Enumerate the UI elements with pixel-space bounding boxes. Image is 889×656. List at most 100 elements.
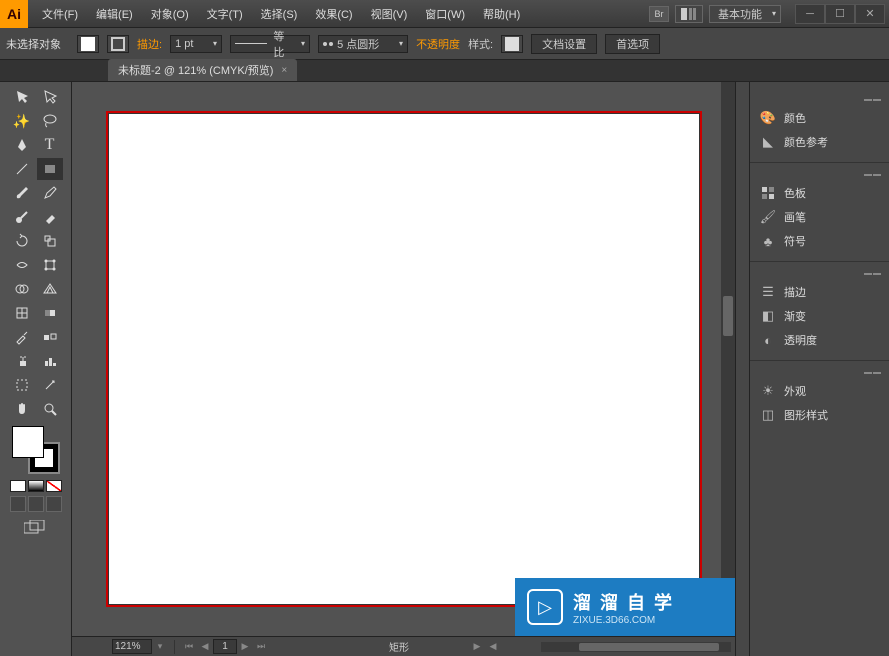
right-panels: 🎨颜色 ◣颜色参考 色板 🖌画笔 ♣符号 ☰描边 ◧渐变 ◐透明度 ☀外观 ◫图… bbox=[749, 82, 889, 656]
menu-select[interactable]: 选择(S) bbox=[253, 2, 306, 26]
draw-behind[interactable] bbox=[28, 496, 44, 512]
maximize-button[interactable]: ☐ bbox=[825, 4, 855, 24]
menu-help[interactable]: 帮助(H) bbox=[475, 2, 528, 26]
canvas-view[interactable] bbox=[72, 82, 735, 636]
current-tool-label: 矩形 bbox=[389, 639, 409, 654]
symbols-icon: ♣ bbox=[760, 233, 776, 249]
prev-artboard[interactable]: ◀ bbox=[197, 640, 213, 654]
shape-builder-tool[interactable] bbox=[9, 278, 35, 300]
pencil-tool[interactable] bbox=[37, 182, 63, 204]
menu-effect[interactable]: 效果(C) bbox=[307, 2, 360, 26]
slice-tool[interactable] bbox=[37, 374, 63, 396]
blend-tool[interactable] bbox=[37, 326, 63, 348]
zoom-input[interactable] bbox=[112, 639, 152, 654]
hscroll-left[interactable]: ◀ bbox=[485, 640, 501, 654]
rotate-tool[interactable] bbox=[9, 230, 35, 252]
opacity-label: 不透明度 bbox=[416, 36, 460, 52]
scale-tool[interactable] bbox=[37, 230, 63, 252]
fill-swatch[interactable] bbox=[77, 35, 99, 53]
free-transform-tool[interactable] bbox=[37, 254, 63, 276]
canvas-area: ▾ ⏮ ◀ ▶ ⏭ 矩形 ▶ ◀ ▷ 溜 溜 自 学 ZIXUE.3D66.CO… bbox=[72, 82, 735, 656]
artboard-tool[interactable] bbox=[9, 374, 35, 396]
perspective-tool[interactable] bbox=[37, 278, 63, 300]
preferences-button[interactable]: 首选项 bbox=[605, 34, 660, 54]
gradient-icon: ◧ bbox=[760, 308, 776, 324]
type-tool[interactable]: T bbox=[37, 134, 63, 156]
artboard[interactable] bbox=[109, 114, 699, 604]
magic-wand-tool[interactable]: ✨ bbox=[9, 110, 35, 132]
artboard-number[interactable] bbox=[213, 639, 237, 654]
menu-edit[interactable]: 编辑(E) bbox=[88, 2, 141, 26]
paintbrush-tool[interactable] bbox=[9, 182, 35, 204]
horizontal-scrollbar[interactable] bbox=[541, 642, 731, 652]
panel-collapse-strip[interactable] bbox=[735, 82, 749, 656]
workspace-select[interactable]: 基本功能 bbox=[709, 5, 781, 23]
stroke-label: 描边: bbox=[137, 36, 162, 52]
stroke-swatch[interactable] bbox=[107, 35, 129, 53]
pen-tool[interactable] bbox=[9, 134, 35, 156]
line-tool[interactable] bbox=[9, 158, 35, 180]
direct-selection-tool[interactable] bbox=[37, 86, 63, 108]
document-tabs: 未标题-2 @ 121% (CMYK/预览) × bbox=[0, 60, 889, 82]
layout-button[interactable] bbox=[675, 5, 703, 23]
next-artboard[interactable]: ▶ bbox=[237, 640, 253, 654]
last-artboard[interactable]: ⏭ bbox=[253, 640, 269, 654]
menu-object[interactable]: 对象(O) bbox=[143, 2, 197, 26]
brush-select[interactable]: 5 点圆形 bbox=[318, 35, 408, 53]
stroke-weight-input[interactable]: 1 pt bbox=[170, 35, 222, 53]
selection-status: 未选择对象 bbox=[6, 36, 61, 52]
panel-graphic-styles[interactable]: ◫图形样式 bbox=[750, 403, 889, 427]
tab-close-button[interactable]: × bbox=[281, 65, 287, 76]
swatches-icon bbox=[760, 185, 776, 201]
panel-color[interactable]: 🎨颜色 bbox=[750, 106, 889, 130]
doc-setup-button[interactable]: 文档设置 bbox=[531, 34, 597, 54]
draw-inside[interactable] bbox=[46, 496, 62, 512]
panel-appearance[interactable]: ☀外观 bbox=[750, 379, 889, 403]
menu-window[interactable]: 窗口(W) bbox=[417, 2, 473, 26]
lasso-tool[interactable] bbox=[37, 110, 63, 132]
mesh-tool[interactable] bbox=[9, 302, 35, 324]
eraser-tool[interactable] bbox=[37, 206, 63, 228]
fill-mode-none[interactable] bbox=[46, 480, 62, 492]
panel-gradient[interactable]: ◧渐变 bbox=[750, 304, 889, 328]
style-swatch[interactable] bbox=[501, 35, 523, 53]
watermark-title: 溜 溜 自 学 bbox=[573, 589, 674, 615]
width-tool[interactable] bbox=[9, 254, 35, 276]
style-label: 样式: bbox=[468, 36, 493, 52]
eyedropper-tool[interactable] bbox=[9, 326, 35, 348]
document-tab[interactable]: 未标题-2 @ 121% (CMYK/预览) × bbox=[108, 59, 297, 81]
screen-mode[interactable] bbox=[20, 518, 52, 538]
vertical-scrollbar[interactable] bbox=[721, 82, 735, 616]
menu-type[interactable]: 文字(T) bbox=[199, 2, 251, 26]
panel-transparency[interactable]: ◐透明度 bbox=[750, 328, 889, 352]
fill-mode-color[interactable] bbox=[10, 480, 26, 492]
panel-symbols[interactable]: ♣符号 bbox=[750, 229, 889, 253]
close-button[interactable]: ✕ bbox=[855, 4, 885, 24]
color-picker[interactable] bbox=[12, 426, 60, 474]
palette-icon: 🎨 bbox=[760, 110, 776, 126]
play-icon: ▷ bbox=[527, 589, 563, 625]
symbol-sprayer-tool[interactable] bbox=[9, 350, 35, 372]
nav-dropdown[interactable]: ▾ bbox=[152, 640, 168, 654]
panel-stroke[interactable]: ☰描边 bbox=[750, 280, 889, 304]
panel-brushes[interactable]: 🖌画笔 bbox=[750, 205, 889, 229]
menu-file[interactable]: 文件(F) bbox=[34, 2, 86, 26]
blob-brush-tool[interactable] bbox=[9, 206, 35, 228]
stroke-profile-select[interactable]: 等比 bbox=[230, 35, 310, 53]
bridge-button[interactable]: Br bbox=[649, 6, 669, 22]
selection-tool[interactable] bbox=[9, 86, 35, 108]
menu-view[interactable]: 视图(V) bbox=[363, 2, 416, 26]
fill-mode-gradient[interactable] bbox=[28, 480, 44, 492]
panel-swatches[interactable]: 色板 bbox=[750, 181, 889, 205]
hand-tool[interactable] bbox=[9, 398, 35, 420]
zoom-tool[interactable] bbox=[37, 398, 63, 420]
rectangle-tool[interactable] bbox=[37, 158, 63, 180]
graph-tool[interactable] bbox=[37, 350, 63, 372]
panel-color-guide[interactable]: ◣颜色参考 bbox=[750, 130, 889, 154]
gradient-tool[interactable] bbox=[37, 302, 63, 324]
first-artboard[interactable]: ⏮ bbox=[181, 640, 197, 654]
tab-title: 未标题-2 @ 121% (CMYK/预览) bbox=[118, 62, 273, 78]
minimize-button[interactable]: ─ bbox=[795, 4, 825, 24]
draw-normal[interactable] bbox=[10, 496, 26, 512]
status-dropdown[interactable]: ▶ bbox=[469, 640, 485, 654]
